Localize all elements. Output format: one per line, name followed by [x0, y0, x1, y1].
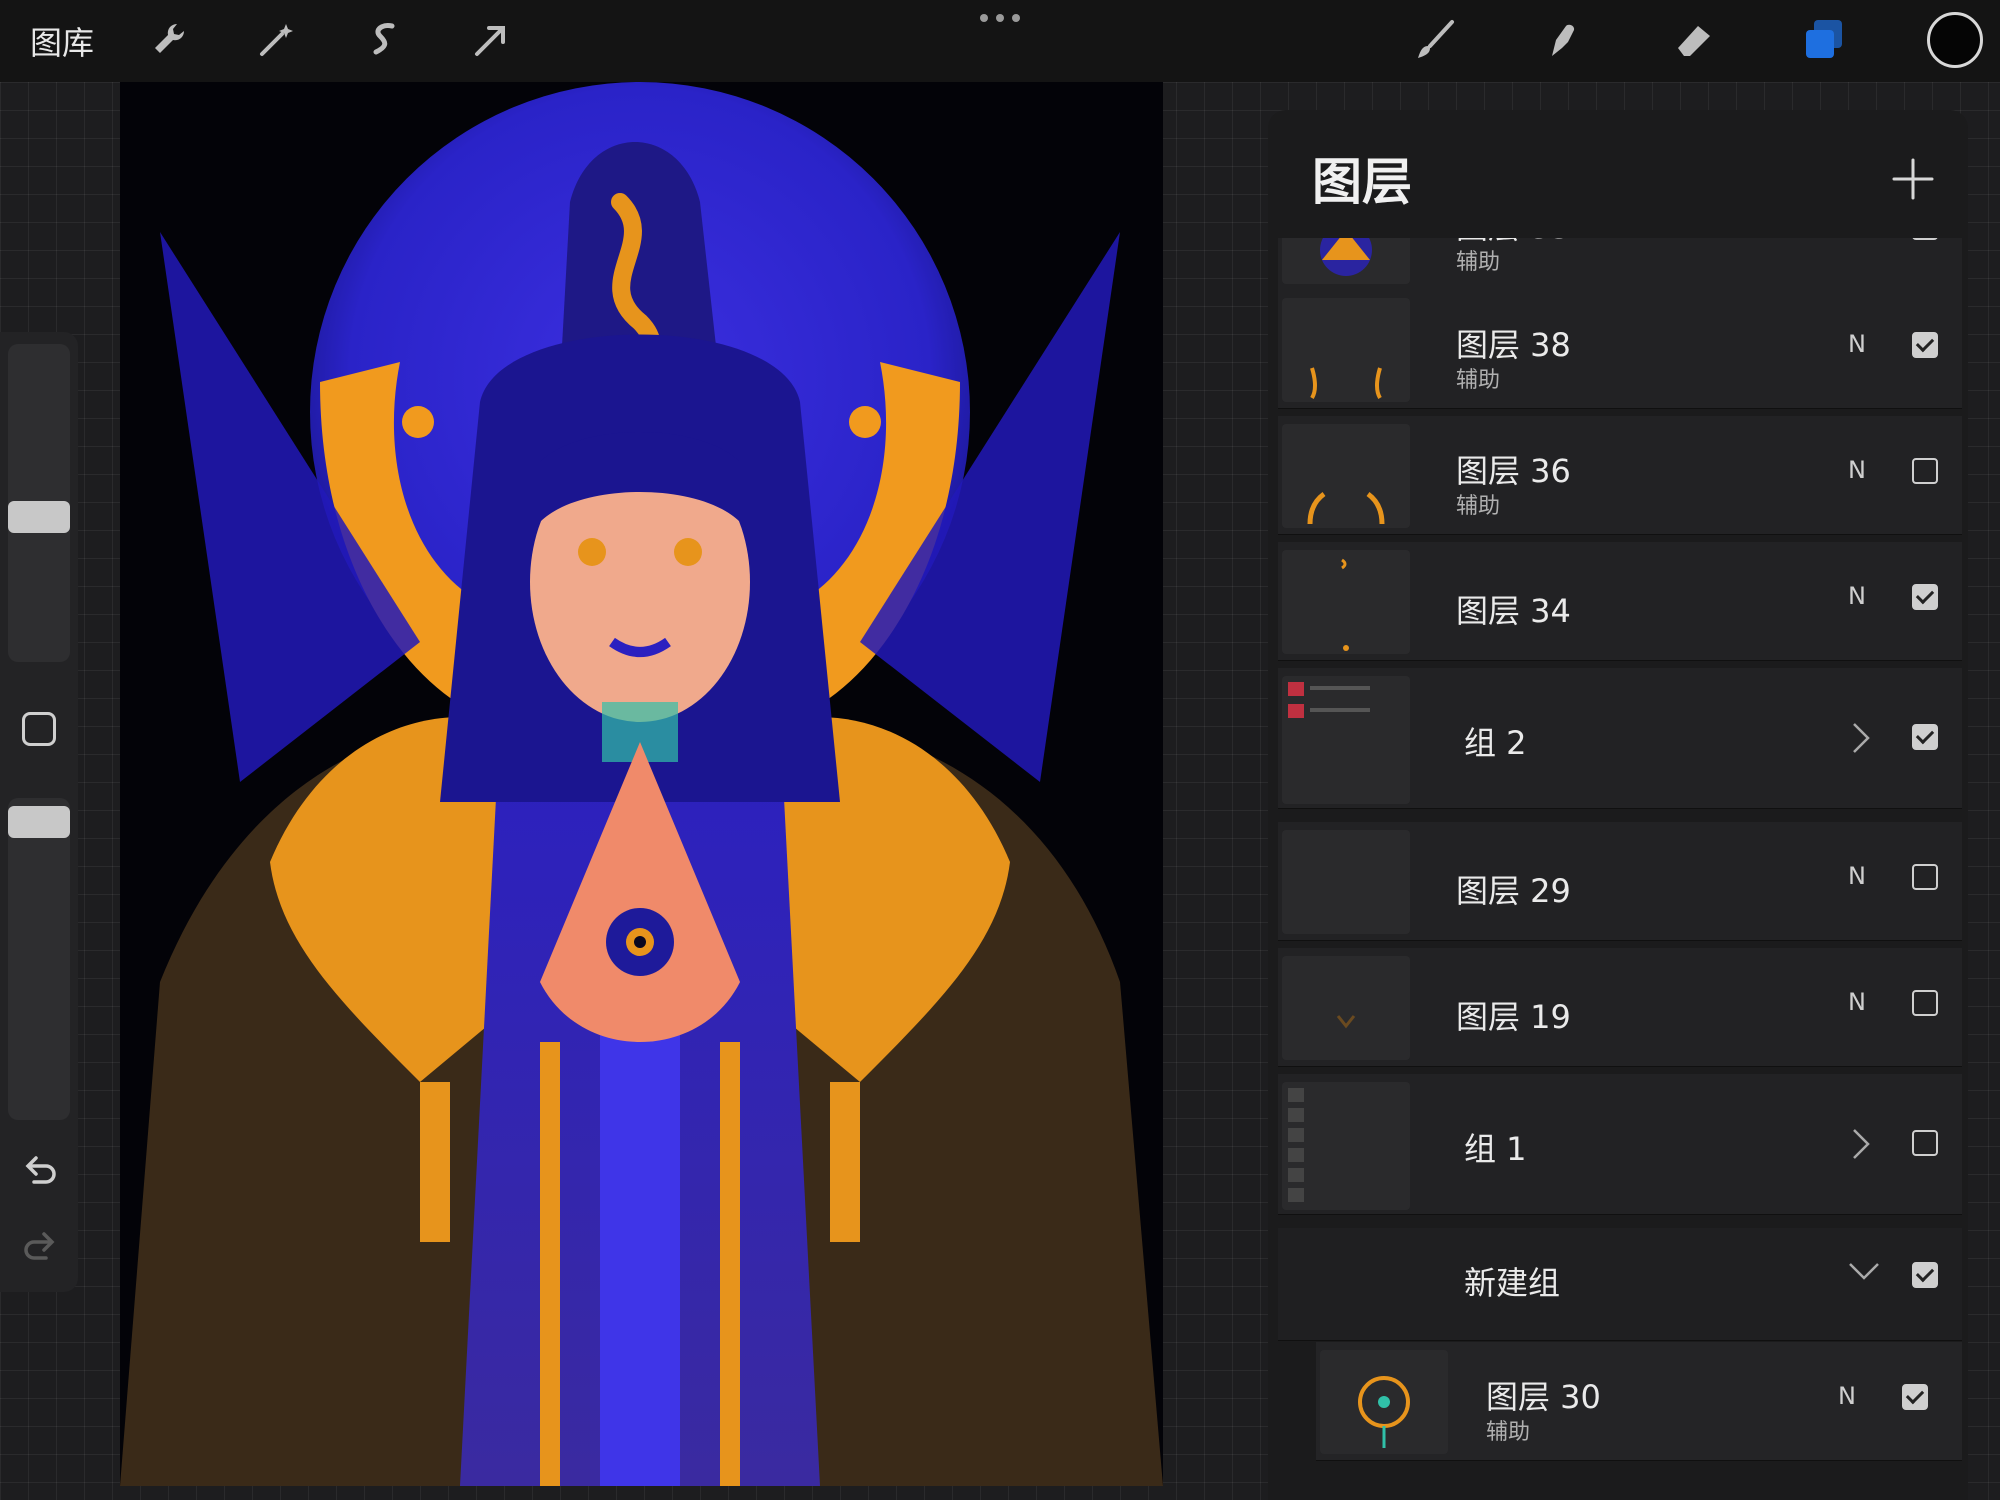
blend-mode[interactable]: N — [1848, 456, 1866, 484]
visibility-checkbox[interactable] — [1912, 864, 1938, 890]
add-layer-button[interactable] — [1888, 154, 1938, 204]
layer-row-34[interactable]: 图层 34 N — [1278, 542, 1962, 661]
layer-row-36[interactable]: 图层 36 辅助 N — [1278, 416, 1962, 535]
artwork-canvas[interactable] — [120, 82, 1163, 1486]
layers-panel-title: 图层 — [1312, 153, 1412, 211]
wrench-icon[interactable] — [145, 16, 193, 64]
chevron-down-icon[interactable] — [1844, 1258, 1884, 1298]
group-thumbnail — [1282, 676, 1410, 804]
layers-icon[interactable] — [1800, 16, 1848, 64]
layer-thumbnail — [1282, 550, 1410, 654]
left-sidebar — [0, 332, 78, 1292]
modify-button[interactable] — [22, 712, 56, 746]
layers-panel: 图层 图层 35 辅助 N 图层 38 辅助 N — [1268, 110, 1968, 1500]
selection-icon[interactable] — [360, 16, 408, 64]
layer-row-38[interactable]: 图层 38 辅助 N — [1278, 290, 1962, 409]
chevron-right-icon[interactable] — [1848, 1124, 1874, 1164]
undo-icon[interactable] — [20, 1150, 60, 1190]
chevron-right-icon[interactable] — [1848, 718, 1874, 758]
layer-row-35[interactable]: 图层 35 辅助 N — [1278, 238, 1962, 291]
layer-row-30[interactable]: 图层 30 辅助 N — [1316, 1342, 1962, 1461]
layer-name: 图层 29 — [1456, 872, 1571, 910]
layer-name: 新建组 — [1464, 1264, 1561, 1302]
layer-thumbnail — [1282, 424, 1410, 528]
opacity-slider[interactable] — [8, 798, 70, 1120]
visibility-checkbox[interactable] — [1912, 238, 1938, 240]
visibility-checkbox[interactable] — [1912, 458, 1938, 484]
more-options-icon[interactable] — [975, 6, 1025, 30]
layer-list: 图层 35 辅助 N 图层 38 辅助 N 图层 36 辅助 N — [1268, 238, 1968, 1500]
top-toolbar: 图库 — [0, 0, 2000, 82]
layer-subtitle: 辅助 — [1456, 250, 1501, 275]
layer-subtitle: 辅助 — [1486, 1420, 1531, 1445]
blend-mode[interactable]: N — [1848, 238, 1866, 240]
visibility-checkbox[interactable] — [1912, 724, 1938, 750]
layer-name: 图层 34 — [1456, 592, 1571, 630]
visibility-checkbox[interactable] — [1912, 1262, 1938, 1288]
gallery-button[interactable]: 图库 — [30, 18, 94, 64]
layer-name: 图层 30 — [1486, 1378, 1601, 1416]
layer-thumbnail — [1282, 298, 1410, 402]
layer-thumbnail — [1282, 830, 1410, 934]
layer-thumbnail — [1320, 1350, 1448, 1454]
layer-name: 图层 38 — [1456, 326, 1571, 364]
brush-icon[interactable] — [1412, 16, 1460, 64]
group-row-1[interactable]: 组 1 — [1278, 1074, 1962, 1215]
visibility-checkbox[interactable] — [1912, 1130, 1938, 1156]
visibility-checkbox[interactable] — [1912, 584, 1938, 610]
group-thumbnail — [1282, 1082, 1410, 1210]
layer-subtitle: 辅助 — [1456, 494, 1501, 519]
blend-mode[interactable]: N — [1848, 330, 1866, 358]
visibility-checkbox[interactable] — [1912, 332, 1938, 358]
layer-name: 组 2 — [1464, 724, 1527, 762]
layer-row-19[interactable]: 图层 19 N — [1278, 948, 1962, 1067]
eraser-icon[interactable] — [1670, 16, 1718, 64]
layer-thumbnail — [1282, 238, 1410, 284]
layer-name: 组 1 — [1464, 1130, 1527, 1168]
layer-thumbnail — [1282, 956, 1410, 1060]
color-picker-button[interactable] — [1927, 12, 1983, 68]
artwork-image — [120, 82, 1163, 1486]
opacity-thumb[interactable] — [8, 806, 70, 838]
layer-row-29[interactable]: 图层 29 N — [1278, 822, 1962, 941]
blend-mode[interactable]: N — [1848, 582, 1866, 610]
blend-mode[interactable]: N — [1848, 862, 1866, 890]
layer-name: 图层 19 — [1456, 998, 1571, 1036]
smudge-icon[interactable] — [1540, 16, 1588, 64]
magic-wand-icon[interactable] — [252, 16, 300, 64]
layer-subtitle: 辅助 — [1456, 368, 1501, 393]
transform-arrow-icon[interactable] — [467, 16, 515, 64]
blend-mode[interactable]: N — [1848, 988, 1866, 1016]
group-row-2[interactable]: 组 2 — [1278, 668, 1962, 809]
group-row-new[interactable]: 新建组 — [1278, 1228, 1962, 1341]
brush-size-thumb[interactable] — [8, 501, 70, 534]
blend-mode[interactable]: N — [1838, 1382, 1856, 1410]
layer-name: 图层 36 — [1456, 452, 1571, 490]
visibility-checkbox[interactable] — [1902, 1384, 1928, 1410]
visibility-checkbox[interactable] — [1912, 990, 1938, 1016]
redo-icon[interactable] — [20, 1226, 60, 1266]
